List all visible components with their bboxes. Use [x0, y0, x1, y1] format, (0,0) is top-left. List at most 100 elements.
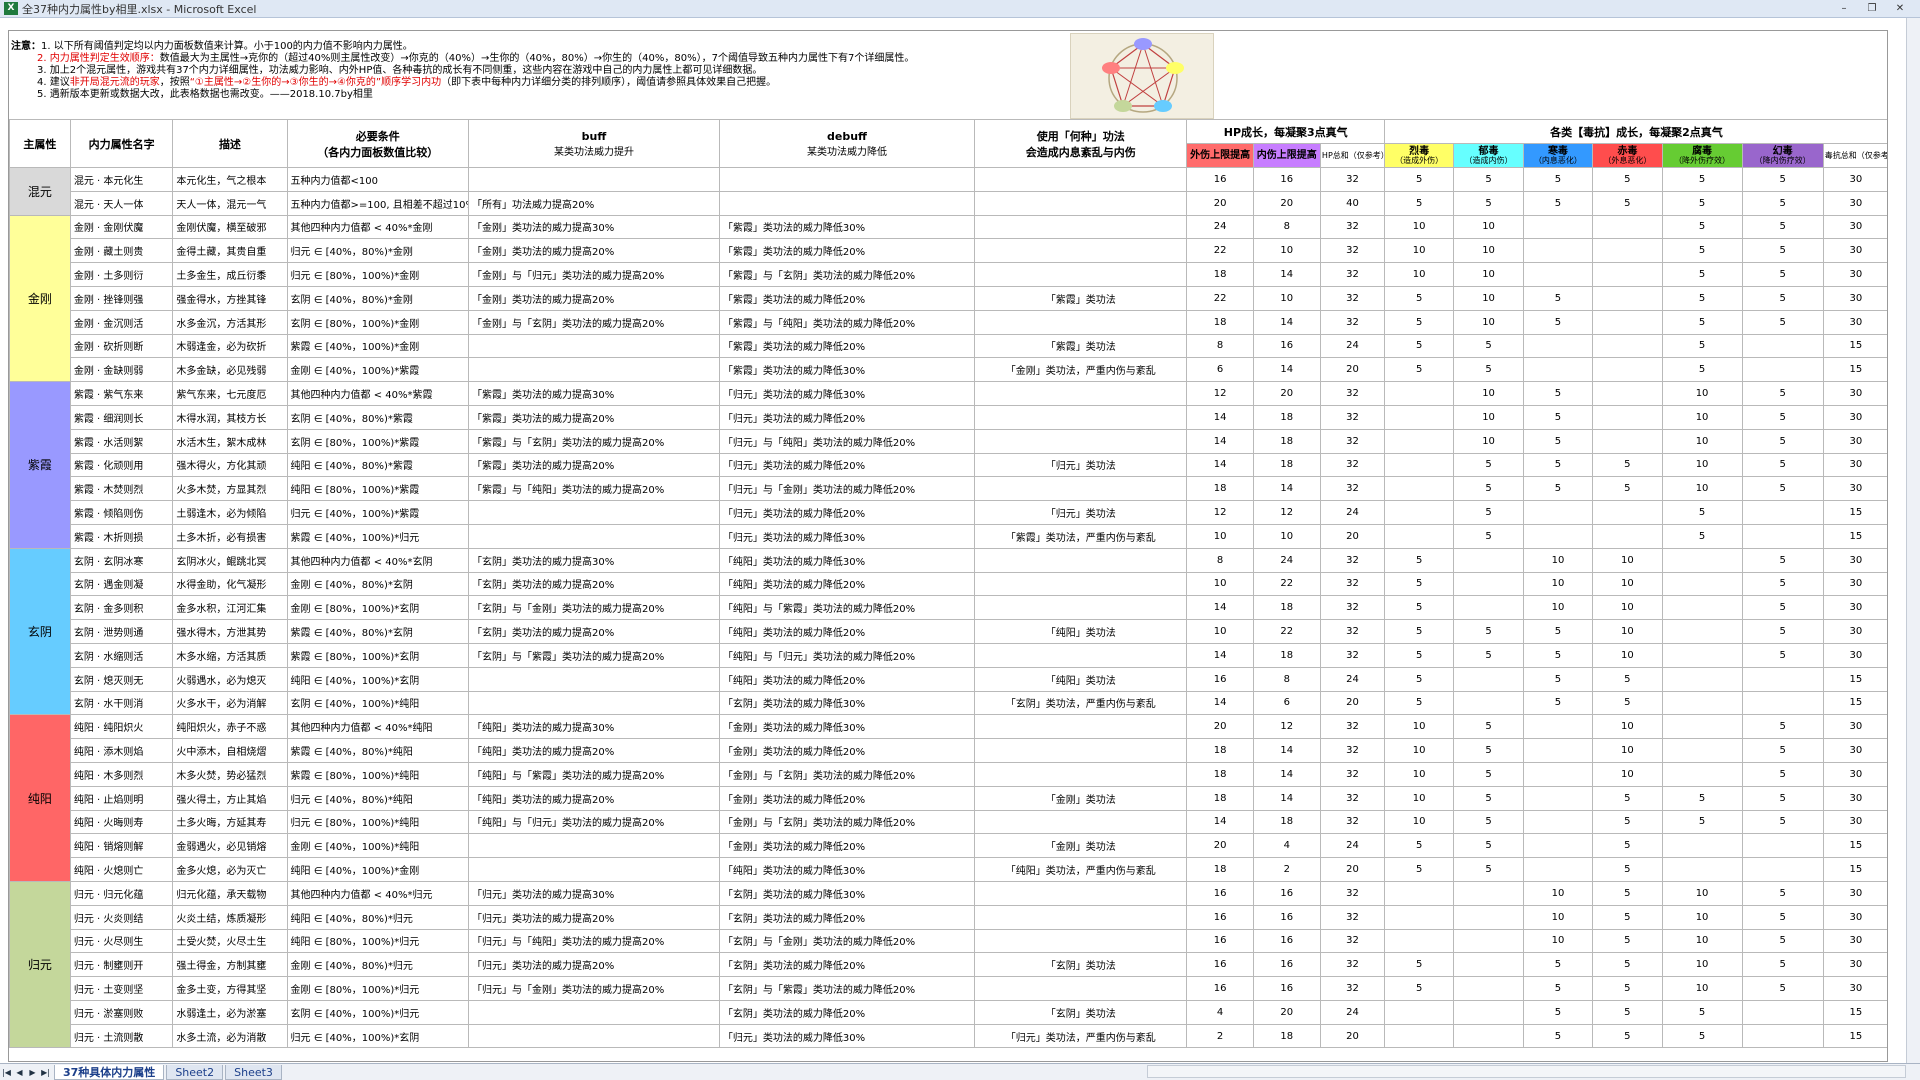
table-cell[interactable]: 玄阴 ∈ [40%，100%)*纯阳: [286, 690, 470, 716]
table-cell[interactable]: 16: [1252, 952, 1321, 978]
table-cell[interactable]: 18: [1252, 595, 1321, 621]
table-cell[interactable]: 「紫霞」类功法的威力降低20%: [718, 238, 976, 264]
table-cell[interactable]: 30: [1822, 595, 1887, 621]
table-cell[interactable]: 混元 · 本元化生: [69, 167, 174, 192]
table-cell[interactable]: 5: [1453, 523, 1524, 549]
table-cell[interactable]: 紫霞 · 木折则损: [69, 523, 174, 549]
table-cell[interactable]: 「归元」类功法: [974, 500, 1188, 525]
table-cell[interactable]: 10: [1453, 381, 1524, 406]
table-cell[interactable]: 紫霞 · 水活则絮: [69, 428, 174, 454]
table-cell[interactable]: [1383, 1023, 1455, 1049]
table-cell[interactable]: 5: [1661, 357, 1743, 383]
table-cell[interactable]: 「金刚」类功法的威力降低20%: [718, 833, 976, 859]
table-cell[interactable]: 「紫霞」与「纯阳」类功法的威力降低20%: [718, 309, 976, 335]
table-cell[interactable]: 「玄阴」类功法的威力降低20%: [718, 999, 976, 1025]
table-cell[interactable]: 其他四种内力值都 < 40%*紫霞: [286, 381, 470, 406]
table-cell[interactable]: 紫霞 · 木焚则烈: [69, 476, 174, 502]
table-cell[interactable]: 5: [1741, 928, 1824, 954]
table-cell[interactable]: [974, 547, 1188, 573]
table-cell[interactable]: 紫霞 · 细润则长: [69, 404, 174, 430]
table-cell[interactable]: 30: [1822, 309, 1887, 335]
table-cell[interactable]: 5: [1592, 904, 1663, 930]
table-cell[interactable]: 「紫霞」与「纯阳」类功法的威力提高20%: [468, 476, 720, 502]
table-cell[interactable]: 5: [1592, 928, 1663, 954]
table-cell[interactable]: 18: [1252, 452, 1321, 478]
table-cell[interactable]: 18: [1186, 761, 1254, 787]
table-cell[interactable]: [1592, 428, 1663, 454]
table-cell[interactable]: 10: [1661, 880, 1743, 906]
table-cell[interactable]: 30: [1822, 785, 1887, 811]
table-cell[interactable]: 10: [1522, 928, 1594, 954]
table-cell[interactable]: 纯阳 · 火晦则寿: [69, 809, 174, 835]
table-cell[interactable]: 5: [1741, 571, 1824, 597]
table-cell[interactable]: 紫气东来，七元度厄: [172, 381, 288, 406]
table-cell[interactable]: 30: [1822, 880, 1887, 906]
table-cell[interactable]: 「玄阴」与「紫霞」类功法的威力降低20%: [718, 976, 976, 1001]
table-cell[interactable]: 「金刚」类功法: [974, 833, 1188, 859]
table-cell[interactable]: [1522, 714, 1594, 740]
table-cell[interactable]: 木弱逢金，必为砍折: [172, 333, 288, 359]
vertical-scrollbar[interactable]: [1906, 18, 1920, 1063]
table-cell[interactable]: 32: [1319, 381, 1385, 406]
table-cell[interactable]: 5: [1592, 976, 1663, 1001]
table-cell[interactable]: [1453, 666, 1524, 692]
table-cell[interactable]: 30: [1822, 619, 1887, 644]
table-cell[interactable]: [1592, 285, 1663, 311]
table-cell[interactable]: 30: [1822, 285, 1887, 311]
table-cell[interactable]: 32: [1319, 571, 1385, 597]
table-cell[interactable]: 5: [1661, 785, 1743, 811]
table-cell[interactable]: 10: [1661, 928, 1743, 954]
table-cell[interactable]: 「金刚」与「玄阴」类功法的威力降低20%: [718, 761, 976, 787]
table-cell[interactable]: 10: [1592, 761, 1663, 787]
table-cell[interactable]: 24: [1319, 500, 1385, 525]
table-cell[interactable]: 纯阳 ∈ [80%，100%)*紫霞: [286, 476, 470, 502]
table-cell[interactable]: 15: [1822, 690, 1887, 716]
table-cell[interactable]: 5: [1522, 999, 1594, 1025]
table-cell[interactable]: 32: [1319, 167, 1385, 192]
table-cell[interactable]: 30: [1822, 476, 1887, 502]
table-cell[interactable]: 30: [1822, 976, 1887, 1001]
main-attribute-cell[interactable]: 纯阳: [9, 714, 71, 882]
table-cell[interactable]: 15: [1822, 666, 1887, 692]
table-cell[interactable]: 「玄阴」类功法的威力提高30%: [468, 547, 720, 573]
table-cell[interactable]: [1383, 928, 1455, 954]
table-cell[interactable]: 5: [1522, 190, 1594, 216]
table-cell[interactable]: 5: [1383, 333, 1455, 359]
table-cell[interactable]: 5: [1383, 547, 1455, 573]
table-cell[interactable]: [1741, 690, 1824, 716]
table-cell[interactable]: 5: [1741, 190, 1824, 216]
table-cell[interactable]: 5: [1383, 619, 1455, 644]
table-cell[interactable]: 15: [1822, 523, 1887, 549]
table-cell[interactable]: 10: [1453, 285, 1524, 311]
table-cell[interactable]: 18: [1252, 428, 1321, 454]
table-cell[interactable]: [1661, 666, 1743, 692]
table-cell[interactable]: 5: [1741, 809, 1824, 835]
table-cell[interactable]: 5: [1741, 547, 1824, 573]
table-cell[interactable]: 5: [1592, 833, 1663, 859]
table-cell[interactable]: 20: [1319, 1023, 1385, 1049]
table-cell[interactable]: 「玄阴」与「金刚」类功法的威力提高20%: [468, 595, 720, 621]
table-cell[interactable]: [1522, 357, 1594, 383]
table-cell[interactable]: 「玄阴」类功法的威力提高20%: [468, 571, 720, 597]
table-cell[interactable]: [1383, 904, 1455, 930]
table-cell[interactable]: 「金刚」类功法的威力提高30%: [468, 214, 720, 240]
table-cell[interactable]: [1453, 976, 1524, 1001]
table-cell[interactable]: 5: [1522, 428, 1594, 454]
table-cell[interactable]: 15: [1822, 333, 1887, 359]
table-cell[interactable]: [1453, 928, 1524, 954]
table-cell[interactable]: 纯阳炽火，赤子不惑: [172, 714, 288, 740]
table-cell[interactable]: 归元化蕴，承天载物: [172, 880, 288, 906]
table-cell[interactable]: 10: [1453, 238, 1524, 264]
table-cell[interactable]: 5: [1592, 190, 1663, 216]
table-cell[interactable]: [1592, 214, 1663, 240]
table-cell[interactable]: 30: [1822, 428, 1887, 454]
table-cell[interactable]: 5: [1522, 976, 1594, 1001]
table-cell[interactable]: 12: [1186, 500, 1254, 525]
table-cell[interactable]: 「紫霞」类功法: [974, 333, 1188, 359]
table-cell[interactable]: 玄阴 · 水干则消: [69, 690, 174, 716]
table-cell[interactable]: 玄阴 · 水缩则活: [69, 642, 174, 668]
table-cell[interactable]: 「玄阴」类功法，严重内伤与紊乱: [974, 690, 1188, 716]
table-cell[interactable]: 5: [1383, 976, 1455, 1001]
table-cell[interactable]: 10: [1592, 714, 1663, 740]
table-cell[interactable]: 5: [1453, 761, 1524, 787]
